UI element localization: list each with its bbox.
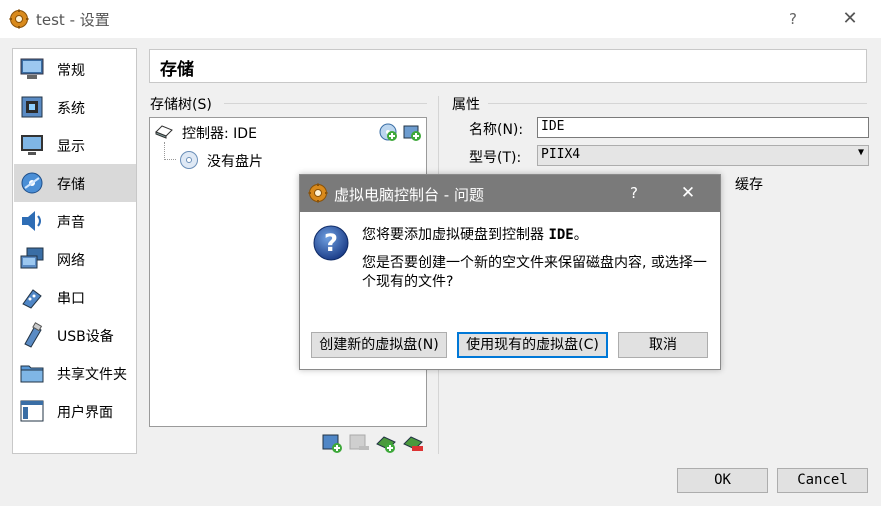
type-label: 型号(T):: [469, 150, 522, 166]
nav-item-storage[interactable]: 存储: [14, 164, 136, 202]
storage-icon: [21, 172, 43, 194]
dialog-help-button[interactable]: ?: [622, 181, 646, 205]
network-icon: [20, 247, 44, 269]
ok-button[interactable]: OK: [677, 468, 768, 493]
nav-label: 网络: [57, 253, 85, 269]
dialog-controller-name: IDE: [548, 227, 574, 243]
name-label: 名称(N):: [469, 122, 524, 138]
nav-label: 常规: [57, 63, 85, 79]
nav-label: 系统: [57, 101, 85, 117]
tree-item-empty-disk[interactable]: 没有盘片: [207, 151, 263, 171]
nav-item-usb[interactable]: USB设备: [14, 316, 136, 354]
nav-item-system[interactable]: 系统: [14, 88, 136, 126]
dialog-cancel-button[interactable]: 取消: [618, 332, 708, 358]
type-select-value: PIIX4: [541, 147, 581, 162]
chevron-down-icon: ▼: [857, 147, 864, 158]
nav-label: USB设备: [57, 329, 114, 345]
dialog-message: 您将要添加虚拟硬盘到控制器 IDE。: [362, 224, 588, 244]
add-hard-disk-icon[interactable]: [402, 122, 422, 142]
nav-label: 声音: [57, 215, 85, 231]
nav-label: 存储: [57, 177, 85, 193]
nav-label: 串口: [57, 291, 85, 307]
ide-controller-icon: [155, 125, 173, 139]
svg-text:?: ?: [324, 229, 338, 257]
audio-icon: [22, 211, 41, 231]
tree-connector: [164, 142, 166, 160]
window-help-button[interactable]: ?: [780, 6, 806, 32]
tree-connector: [164, 159, 176, 161]
question-dialog: 虚拟电脑控制台 - 问题 ? ✕ ? 您将要添加虚拟硬盘到控制器 IDE。 您是…: [299, 174, 721, 370]
dialog-close-button[interactable]: ✕: [676, 181, 700, 205]
page-header: 存储: [149, 49, 867, 83]
add-controller-icon[interactable]: [321, 432, 343, 454]
dialog-message-text: 您将要添加虚拟硬盘到控制器: [362, 227, 549, 243]
cache-label: 缓存: [735, 177, 763, 193]
usb-icon: [24, 322, 43, 348]
nav-item-serial-port[interactable]: 串口: [14, 278, 136, 316]
remove-attachment-icon[interactable]: [402, 432, 424, 454]
create-new-disk-button[interactable]: 创建新的虚拟盘(N): [311, 332, 447, 358]
window-title: test - 设置: [36, 11, 110, 29]
add-attachment-icon[interactable]: [375, 432, 397, 454]
virtualbox-gear-icon: [308, 183, 328, 203]
add-optical-drive-icon[interactable]: [378, 122, 398, 142]
tree-item-controller[interactable]: 控制器: IDE: [182, 123, 257, 143]
name-input[interactable]: IDE: [537, 117, 869, 138]
window-titlebar: test - 设置 ? ✕: [0, 0, 881, 38]
storage-tree-label: 存储树(S): [150, 97, 212, 113]
nav-item-general[interactable]: 常规: [14, 50, 136, 88]
nav-item-display[interactable]: 显示: [14, 126, 136, 164]
use-existing-disk-button[interactable]: 使用现有的虚拟盘(C): [457, 332, 608, 358]
type-select[interactable]: PIIX4 ▼: [537, 145, 869, 166]
page-title: 存储: [160, 60, 194, 80]
nav-item-shared-folders[interactable]: 共享文件夹: [14, 354, 136, 392]
attributes-label: 属性: [452, 97, 480, 113]
system-icon: [21, 96, 43, 118]
divider: [224, 103, 427, 104]
nav-label: 显示: [57, 139, 85, 155]
user-interface-icon: [20, 400, 44, 422]
optical-disc-icon: [180, 151, 198, 169]
nav-item-network[interactable]: 网络: [14, 240, 136, 278]
serial-port-icon: [22, 289, 42, 309]
dialog-question: 您是否要创建一个新的空文件来保留磁盘内容, 或选择一个现有的文件?: [362, 255, 707, 290]
remove-controller-icon: [349, 434, 369, 450]
virtualbox-gear-icon: [9, 9, 29, 29]
display-icon: [21, 135, 43, 155]
nav-item-user-interface[interactable]: 用户界面: [14, 392, 136, 430]
dialog-message-end: 。: [573, 227, 588, 243]
nav-label: 共享文件夹: [57, 367, 127, 383]
cancel-button[interactable]: Cancel: [777, 468, 868, 493]
dialog-titlebar: 虚拟电脑控制台 - 问题 ? ✕: [300, 175, 720, 212]
divider: [488, 103, 867, 104]
question-icon: ?: [313, 225, 349, 261]
shared-folder-icon: [20, 365, 44, 383]
window-close-button[interactable]: ✕: [836, 6, 864, 32]
nav-label: 用户界面: [57, 405, 113, 421]
nav-item-audio[interactable]: 声音: [14, 202, 136, 240]
settings-nav: 常规 系统 显示 存储 声音 网络 串口 USB设备 共享文件夹 用户界面: [12, 48, 137, 454]
general-icon: [20, 58, 44, 79]
dialog-title: 虚拟电脑控制台 - 问题: [334, 186, 484, 204]
